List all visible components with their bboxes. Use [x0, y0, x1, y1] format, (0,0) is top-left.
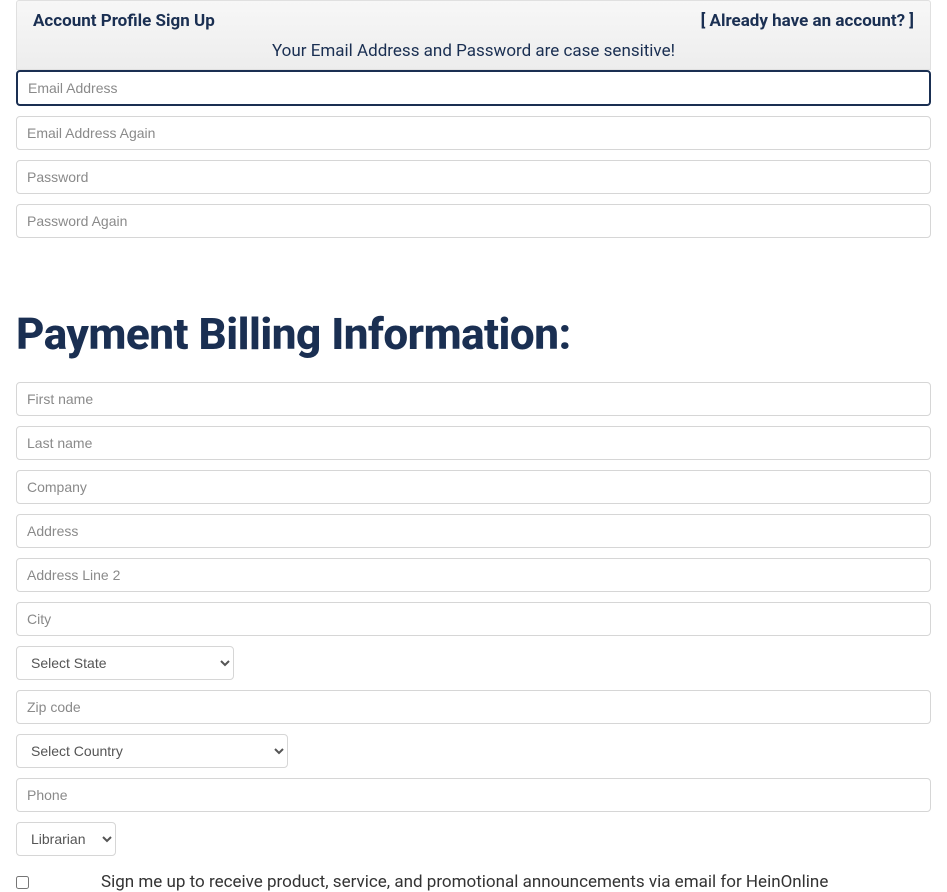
- optin-checkbox[interactable]: [16, 876, 29, 889]
- email-again-input[interactable]: [16, 116, 931, 150]
- country-select[interactable]: Select Country: [16, 734, 288, 768]
- email-input[interactable]: [16, 70, 931, 106]
- signup-header: Account Profile Sign Up [ Already have a…: [16, 0, 931, 70]
- company-input[interactable]: [16, 470, 931, 504]
- password-again-input[interactable]: [16, 204, 931, 238]
- state-select[interactable]: Select State: [16, 646, 234, 680]
- optin-label: Sign me up to receive product, service, …: [101, 872, 828, 892]
- zip-input[interactable]: [16, 690, 931, 724]
- case-sensitive-note: Your Email Address and Password are case…: [33, 31, 914, 69]
- first-name-input[interactable]: [16, 382, 931, 416]
- already-have-account-link[interactable]: [ Already have an account? ]: [701, 11, 914, 31]
- address2-input[interactable]: [16, 558, 931, 592]
- last-name-input[interactable]: [16, 426, 931, 460]
- role-select[interactable]: Librarian: [16, 822, 116, 856]
- header-top-row: Account Profile Sign Up [ Already have a…: [33, 11, 914, 31]
- form-area: Payment Billing Information: Select Stat…: [0, 70, 947, 892]
- optin-row: Sign me up to receive product, service, …: [16, 872, 931, 892]
- billing-heading: Payment Billing Information:: [16, 308, 931, 360]
- phone-input[interactable]: [16, 778, 931, 812]
- password-input[interactable]: [16, 160, 931, 194]
- signup-title: Account Profile Sign Up: [33, 11, 215, 31]
- city-input[interactable]: [16, 602, 931, 636]
- address-input[interactable]: [16, 514, 931, 548]
